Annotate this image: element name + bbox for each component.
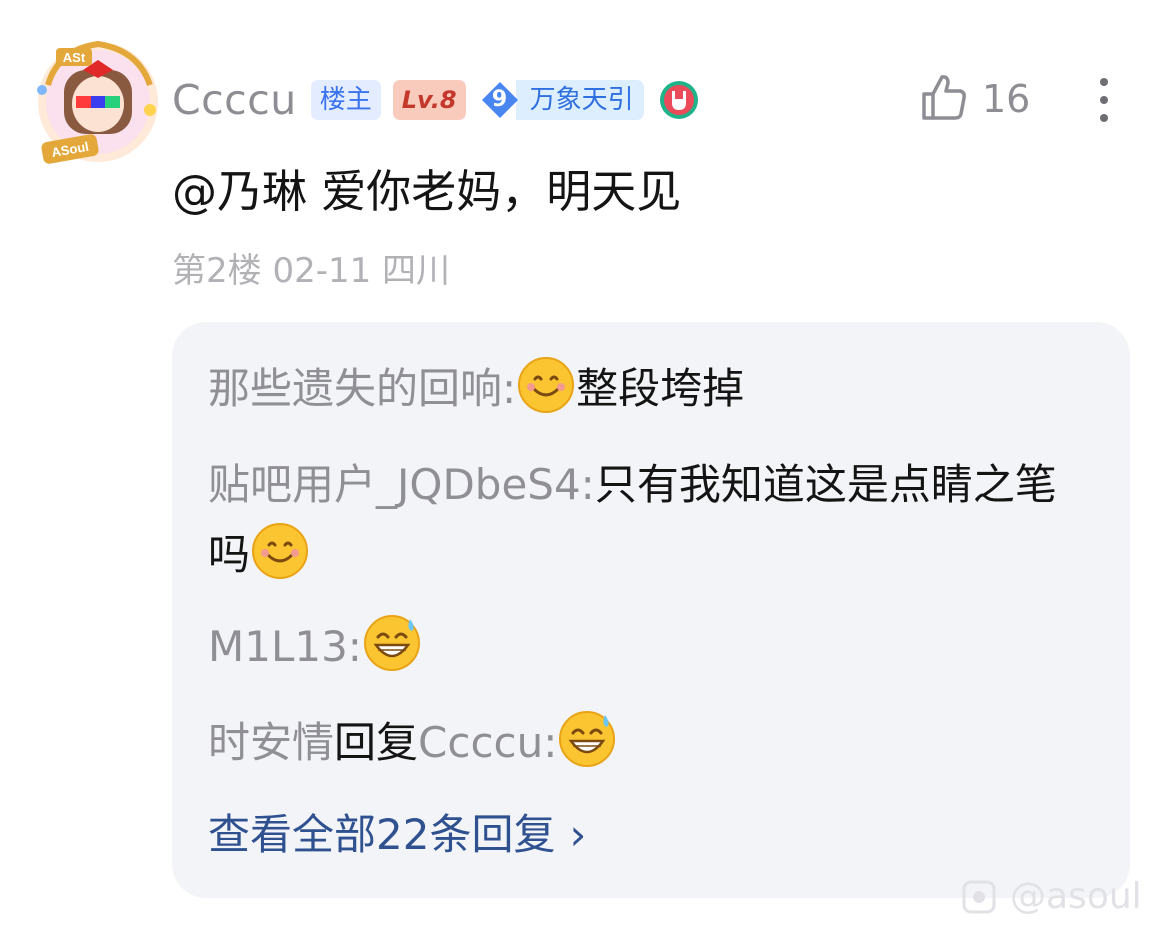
reply-item[interactable]: 时安情回复Ccccu: [208,708,1088,778]
reply-item[interactable]: 那些遗失的回响: 整段垮掉 [208,354,1088,424]
chevron-right-icon: › [569,810,587,859]
reply-target[interactable]: Ccccu: [418,718,557,767]
level-badge: Lv.8 [392,80,466,120]
grin-sweat-emoji-icon [362,613,422,673]
watermark: @asoul [962,876,1142,917]
more-options-icon[interactable] [1096,76,1112,124]
view-all-replies-link[interactable]: 查看全部22条回复 › [208,800,586,870]
watermark-text: @asoul [1010,876,1142,917]
smile-emoji-icon [516,355,576,415]
reply-item[interactable]: 贴吧用户_JQDbeS4:只有我知道这是点睛之笔吗 [208,450,1088,590]
view-all-label: 查看全部22条回复 [208,810,556,859]
reply-text: 整段垮掉 [576,364,745,413]
thumbs-up-icon [920,72,968,126]
reply-author[interactable]: 贴吧用户_JQDbeS4: [208,460,595,509]
fan-group-badge[interactable]: 9 万象天引 [478,80,644,120]
username[interactable]: Ccccu [172,76,297,124]
like-button[interactable]: 16 [920,74,1030,124]
owner-badge: 楼主 [310,80,381,120]
post-meta: 第2楼 02-11 四川 [172,251,451,291]
post-header: Ccccu 楼主 Lv.8 9 万象天引 [172,72,700,128]
reply-to-label: 回复 [334,718,419,767]
avatar-frame-top-text: ASt [63,50,86,65]
fan-level: 9 [491,87,508,112]
smile-emoji-icon [250,521,310,581]
rock-hand-icon [658,79,700,121]
like-count: 16 [982,77,1031,121]
reply-author[interactable]: 那些遗失的回响: [208,364,516,413]
fan-shield-icon: 9 [478,80,522,120]
post-content: @乃琳 爱你老妈，明天见 [172,165,682,218]
reply-author[interactable]: 时安情 [208,718,334,767]
watermark-logo-icon [962,880,996,914]
user-avatar[interactable]: ASt ASoul [28,30,168,170]
grin-sweat-emoji-icon [557,709,617,769]
reply-author[interactable]: M1L13: [208,622,362,671]
reply-preview-box[interactable]: 那些遗失的回响: 整段垮掉 贴吧用户_JQDbeS4:只有我知道这是点睛之笔吗 M… [172,322,1130,898]
fan-group-name: 万象天引 [515,80,644,120]
reply-item[interactable]: M1L13: [208,612,1088,682]
